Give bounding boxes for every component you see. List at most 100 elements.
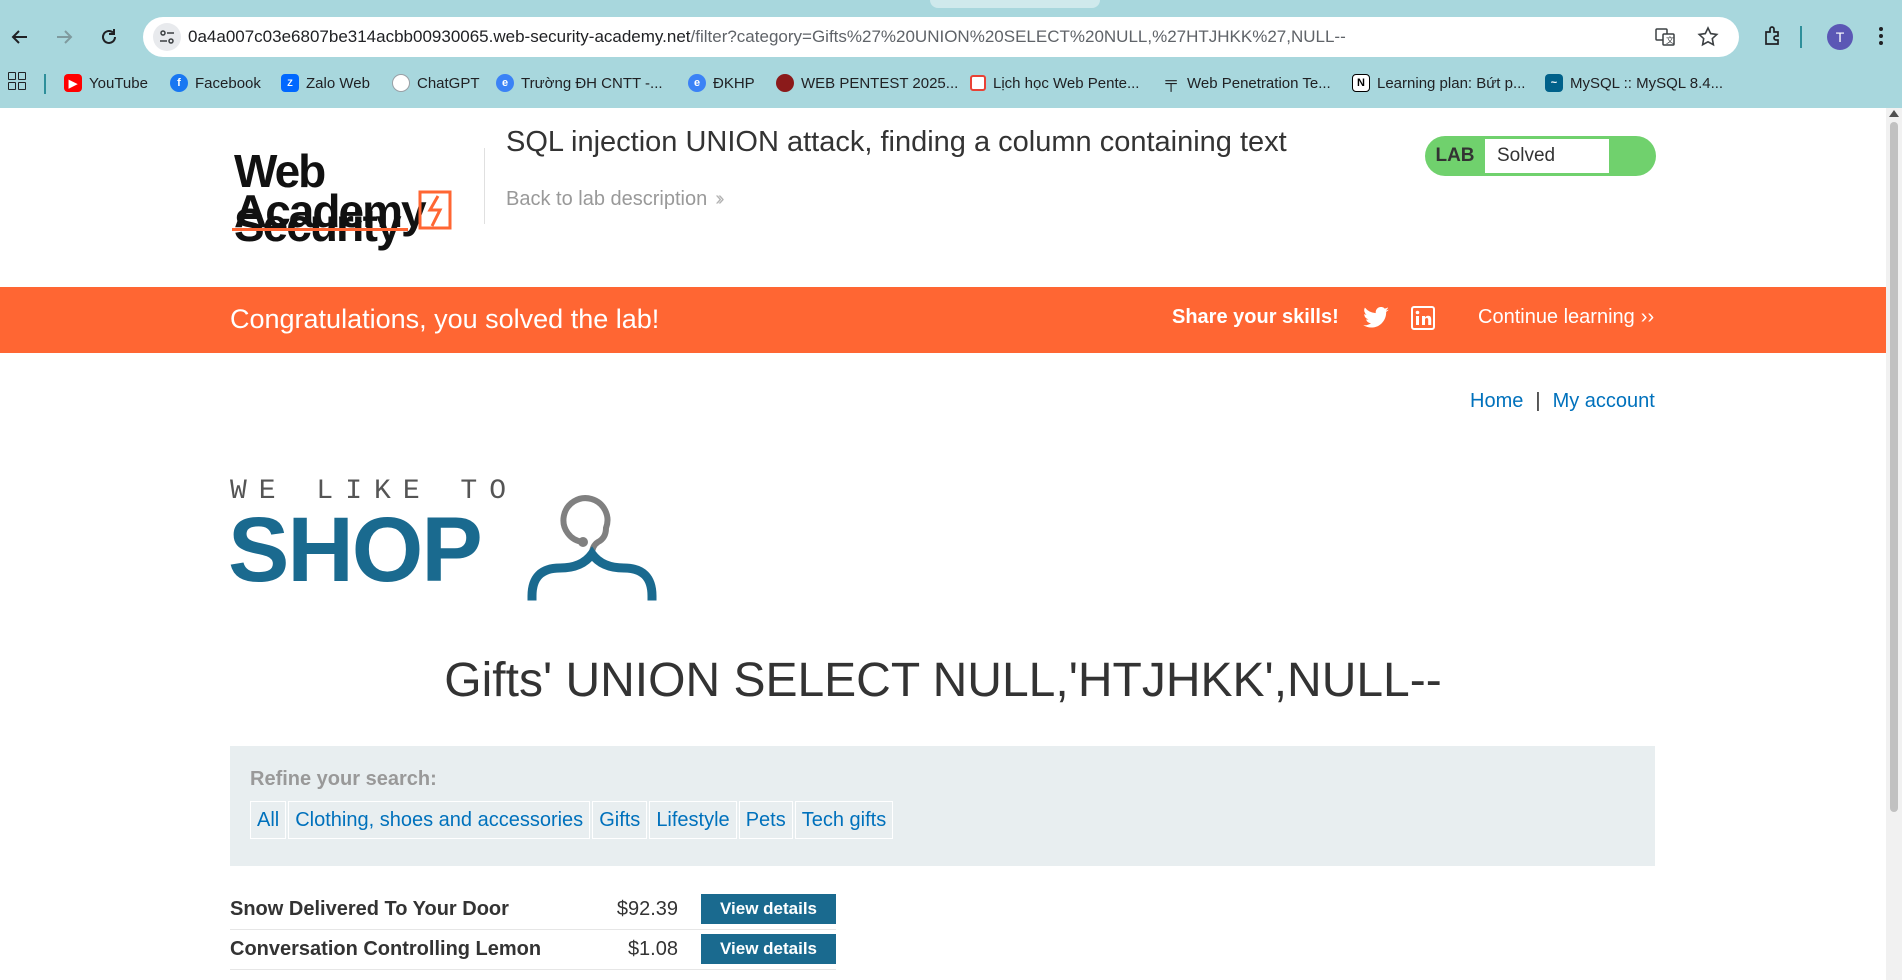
- continue-learning-link[interactable]: Continue learning ››: [1478, 306, 1654, 329]
- we-like-to-shop-logo: WE LIKE TO SHOP: [228, 476, 678, 606]
- refine-search-label: Refine your search:: [250, 768, 437, 790]
- url-host: 0a4a007c03e6807be314acbb00930065.web-sec…: [188, 27, 691, 46]
- toolbar-separator: [1800, 26, 1802, 48]
- view-details-button[interactable]: View details: [701, 934, 836, 964]
- product-price: $1.08: [627, 938, 678, 960]
- bookmarks-bar: ▶ YouTube f Facebook Z Zalo Web ChatGPT …: [0, 68, 1902, 98]
- reload-icon[interactable]: [92, 20, 126, 54]
- bookmark-chatgpt[interactable]: ChatGPT: [392, 70, 480, 96]
- bookmark-label: Web Penetration Te...: [1187, 74, 1331, 92]
- edge-icon: e: [688, 74, 706, 92]
- bookmark-label: Zalo Web: [306, 74, 370, 92]
- zalo-icon: Z: [281, 74, 299, 92]
- youtube-icon: ▶: [64, 74, 82, 92]
- bookmark-dkhp[interactable]: e ĐKHP: [688, 70, 755, 96]
- home-link[interactable]: Home: [1470, 390, 1523, 413]
- share-skills-label: Share your skills!: [1172, 306, 1339, 328]
- bookmark-mysql[interactable]: ~ MySQL :: MySQL 8.4...: [1545, 70, 1723, 96]
- account-nav: Home | My account: [1470, 390, 1655, 413]
- table-row: Conversation Controlling Lemon $1.08 Vie…: [230, 930, 836, 970]
- header-divider: [484, 148, 485, 224]
- logo-underline: [232, 228, 408, 231]
- scrollbar-thumb[interactable]: [1890, 122, 1898, 812]
- lab-status-badge: LAB Solved: [1425, 136, 1656, 176]
- avatar-icon: [776, 74, 794, 92]
- nav-separator: |: [1535, 390, 1541, 412]
- bookmark-facebook[interactable]: f Facebook: [170, 70, 261, 96]
- linkedin-icon[interactable]: [1411, 306, 1435, 330]
- profile-avatar[interactable]: T: [1827, 24, 1853, 50]
- address-bar[interactable]: 0a4a007c03e6807be314acbb00930065.web-sec…: [143, 17, 1739, 57]
- svg-text:文: 文: [1666, 35, 1674, 45]
- bookmark-youtube[interactable]: ▶ YouTube: [64, 70, 148, 96]
- continue-learning-label: Continue learning: [1478, 306, 1635, 328]
- back-link-label: Back to lab description: [506, 188, 708, 210]
- bookmark-label: WEB PENTEST 2025...: [801, 74, 959, 92]
- bookmark-learning-plan[interactable]: N Learning plan: Bứt p...: [1352, 70, 1525, 96]
- notion-icon: N: [1352, 74, 1370, 92]
- double-chevron-right-icon: ››: [1640, 306, 1655, 328]
- forward-arrow-icon[interactable]: [47, 20, 81, 54]
- menu-kebab-icon[interactable]: [1866, 21, 1896, 51]
- filter-clothing[interactable]: Clothing, shoes and accessories: [288, 801, 591, 839]
- bookmark-label: ĐKHP: [713, 74, 755, 92]
- twitter-icon[interactable]: [1362, 306, 1390, 332]
- bookmark-label: YouTube: [89, 74, 148, 92]
- product-price: $92.39: [616, 898, 678, 920]
- bookmark-label: Lịch học Web Pente...: [993, 74, 1140, 92]
- lab-status: Solved: [1485, 139, 1609, 173]
- mysql-icon: ~: [1545, 74, 1563, 92]
- facebook-icon: f: [170, 74, 188, 92]
- pin-icon: ╤: [1165, 74, 1177, 91]
- lightning-logo-icon: [418, 190, 452, 230]
- filter-pets[interactable]: Pets: [738, 801, 793, 839]
- calendar-icon: [970, 75, 986, 91]
- lab-title: SQL injection UNION attack, finding a co…: [506, 126, 1287, 158]
- translate-icon[interactable]: 文: [1653, 25, 1677, 49]
- filter-lifestyle[interactable]: Lifestyle: [649, 801, 737, 839]
- refine-search-panel: Refine your search: All Clothing, shoes …: [230, 746, 1655, 866]
- bookmark-label: Learning plan: Bứt p...: [1377, 74, 1526, 92]
- bookmark-lich-hoc[interactable]: Lịch học Web Pente...: [970, 70, 1139, 96]
- web-security-academy-logo[interactable]: Web Security Academy: [230, 136, 480, 251]
- bookmark-label: Facebook: [195, 74, 261, 92]
- filter-all[interactable]: All: [250, 801, 287, 839]
- scroll-up-arrow-icon[interactable]: [1889, 110, 1899, 117]
- lab-label: LAB: [1435, 145, 1475, 166]
- double-chevron-right-icon: ››: [715, 188, 725, 210]
- site-info-icon[interactable]: [153, 23, 181, 51]
- bookmark-web-penetration[interactable]: ╤ Web Penetration Te...: [1162, 70, 1331, 96]
- back-to-lab-description-link[interactable]: Back to lab description ››: [506, 188, 725, 211]
- bookmark-label: Trường ĐH CNTT -...: [521, 74, 663, 92]
- table-row: Snow Delivered To Your Door $92.39 View …: [230, 890, 836, 930]
- bookmark-uit[interactable]: e Trường ĐH CNTT -...: [496, 70, 663, 96]
- bookmark-label: MySQL :: MySQL 8.4...: [1570, 74, 1724, 92]
- filter-tech-gifts[interactable]: Tech gifts: [794, 801, 894, 839]
- category-filters: All Clothing, shoes and accessories Gift…: [250, 801, 894, 839]
- category-heading: Gifts' UNION SELECT NULL,'HTJHKK',NULL--: [444, 654, 1442, 707]
- browser-chrome: 0a4a007c03e6807be314acbb00930065.web-sec…: [0, 0, 1902, 108]
- active-tab-edge: [930, 0, 1100, 8]
- my-account-link[interactable]: My account: [1553, 390, 1655, 413]
- view-details-button[interactable]: View details: [701, 894, 836, 924]
- bookmarks-separator: [44, 74, 46, 94]
- bookmark-star-icon[interactable]: [1696, 25, 1720, 49]
- apps-grid-icon[interactable]: [8, 72, 26, 90]
- web-page: Web Security Academy SQL injection UNION…: [0, 108, 1886, 980]
- bookmark-label: ChatGPT: [417, 74, 480, 92]
- clothes-hanger-icon: [527, 495, 657, 601]
- product-name: Snow Delivered To Your Door: [230, 898, 509, 920]
- filter-gifts[interactable]: Gifts: [592, 801, 648, 839]
- edge-icon: e: [496, 74, 514, 92]
- bookmark-web-pentest[interactable]: WEB PENTEST 2025...: [776, 70, 958, 96]
- back-arrow-icon[interactable]: [3, 20, 37, 54]
- url-text[interactable]: 0a4a007c03e6807be314acbb00930065.web-sec…: [188, 27, 1346, 47]
- extensions-icon[interactable]: [1758, 21, 1788, 51]
- solved-banner: Congratulations, you solved the lab! Sha…: [0, 287, 1886, 353]
- url-path: /filter?category=Gifts%27%20UNION%20SELE…: [690, 27, 1346, 46]
- shop-logo-word: SHOP: [228, 499, 483, 601]
- congratulations-message: Congratulations, you solved the lab!: [230, 304, 660, 334]
- bookmark-zalo[interactable]: Z Zalo Web: [281, 70, 370, 96]
- page-scrollbar[interactable]: [1886, 108, 1902, 980]
- product-name: Conversation Controlling Lemon: [230, 938, 542, 960]
